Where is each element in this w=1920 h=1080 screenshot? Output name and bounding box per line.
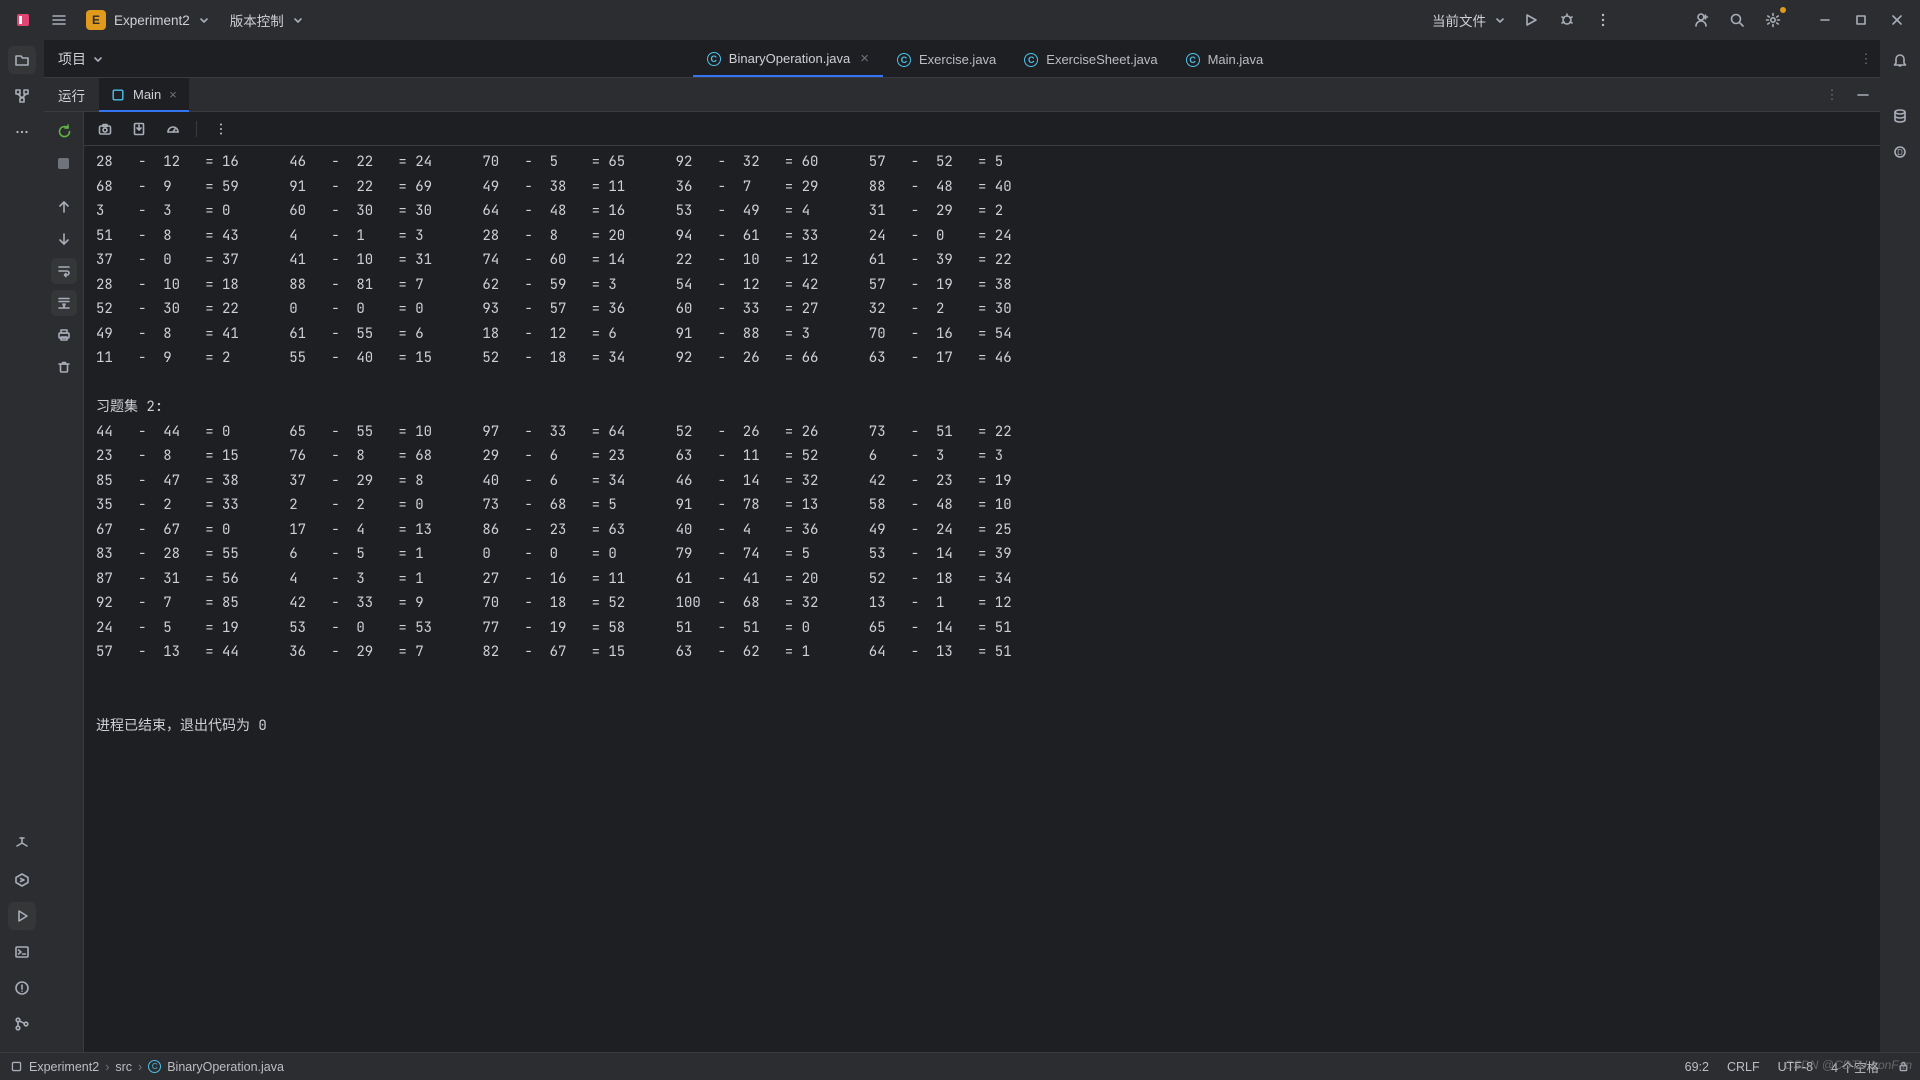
- search-icon[interactable]: [1720, 3, 1754, 37]
- console-output[interactable]: 28 - 12 = 16 46 - 22 = 24 70 - 5 = 65 92…: [84, 146, 1880, 1052]
- clear-button[interactable]: [51, 354, 77, 380]
- minimize-button[interactable]: [1808, 3, 1842, 37]
- run-tool-label: 运行: [44, 85, 99, 105]
- git-tool-button[interactable]: [8, 1010, 36, 1038]
- editor-top-bar: 项目 CBinaryOperation.java×CExercise.javaC…: [44, 40, 1880, 78]
- settings-icon[interactable]: [1756, 3, 1790, 37]
- status-bar: Experiment2 › src › C BinaryOperation.ja…: [0, 1052, 1920, 1080]
- screenshot-button[interactable]: [94, 118, 116, 140]
- toolbar-more-button[interactable]: [210, 118, 232, 140]
- breadcrumb-file: BinaryOperation.java: [167, 1060, 284, 1074]
- more-actions-button[interactable]: [1586, 3, 1620, 37]
- java-class-icon: C: [897, 53, 911, 67]
- java-class-icon: C: [1186, 53, 1200, 67]
- run-config-tab[interactable]: Main ×: [99, 78, 189, 111]
- hamburger-icon[interactable]: [42, 3, 76, 37]
- close-icon[interactable]: ×: [169, 87, 177, 102]
- project-selector[interactable]: E Experiment2: [80, 6, 216, 34]
- tabs-more-button[interactable]: ⋮: [1852, 51, 1880, 67]
- problems-tool-button[interactable]: [8, 974, 36, 1002]
- hide-tool-button[interactable]: [1846, 78, 1880, 112]
- project-badge-icon: E: [86, 10, 106, 30]
- vcs-menu[interactable]: 版本控制: [224, 6, 310, 34]
- vcs-label: 版本控制: [230, 10, 284, 30]
- app-logo: [6, 3, 40, 37]
- title-bar: E Experiment2 版本控制 当前文件: [0, 0, 1920, 40]
- module-icon: [10, 1060, 23, 1073]
- svg-text:D: D: [1897, 148, 1903, 157]
- profiler-button[interactable]: [162, 118, 184, 140]
- editor-tab[interactable]: C BinaryOperation.java ×: [693, 40, 883, 77]
- chevron-down-icon: [92, 53, 104, 65]
- tab-label: BinaryOperation.java: [729, 51, 850, 66]
- line-separator[interactable]: CRLF: [1727, 1060, 1760, 1074]
- database-tool-button[interactable]: [1886, 102, 1914, 130]
- code-with-me-icon[interactable]: [1684, 3, 1718, 37]
- file-encoding[interactable]: UTF-8: [1778, 1060, 1813, 1074]
- run-tool-button[interactable]: [8, 902, 36, 930]
- run-tab-label: Main: [133, 87, 161, 102]
- database-alt-button[interactable]: D: [1886, 138, 1914, 166]
- project-dropdown-label: 项目: [58, 49, 86, 69]
- left-tool-strip: [0, 40, 44, 1052]
- right-tool-strip: D: [1880, 40, 1920, 1052]
- close-window-button[interactable]: [1880, 3, 1914, 37]
- java-class-icon: C: [707, 52, 721, 66]
- up-stack-button[interactable]: [51, 194, 77, 220]
- run-toolbar: [84, 112, 1880, 146]
- project-dropdown[interactable]: 项目: [44, 49, 118, 69]
- current-file-label: 当前文件: [1432, 10, 1486, 30]
- editor-tab[interactable]: C Exercise.java: [883, 40, 1010, 77]
- project-tool-button[interactable]: [8, 46, 36, 74]
- chevron-right-icon: ›: [105, 1060, 109, 1074]
- java-class-icon: C: [1024, 53, 1038, 67]
- run-tool-header: 运行 Main × ⋮: [44, 78, 1880, 112]
- run-tool-body: 28 - 12 = 16 46 - 22 = 24 70 - 5 = 65 92…: [44, 112, 1880, 1052]
- editor-area: 项目 CBinaryOperation.java×CExercise.javaC…: [44, 40, 1880, 1052]
- indent-label[interactable]: 4 个空格: [1831, 1057, 1879, 1076]
- maximize-button[interactable]: [1844, 3, 1878, 37]
- readonly-lock-icon[interactable]: [1897, 1060, 1910, 1073]
- breadcrumb-root: Experiment2: [29, 1060, 99, 1074]
- scroll-to-end-button[interactable]: [51, 290, 77, 316]
- tab-label: Main.java: [1208, 52, 1264, 67]
- editor-tab[interactable]: C Main.java: [1172, 40, 1278, 77]
- java-class-icon: C: [148, 1060, 161, 1073]
- build-tool-button[interactable]: [8, 830, 36, 858]
- console-text: 28 - 12 = 16 46 - 22 = 24 70 - 5 = 65 92…: [96, 150, 1868, 738]
- run-more-button[interactable]: ⋮: [1818, 87, 1846, 103]
- update-badge-icon: [1780, 7, 1786, 13]
- cursor-position[interactable]: 69:2: [1685, 1060, 1709, 1074]
- run-gutter: [44, 112, 84, 1052]
- down-stack-button[interactable]: [51, 226, 77, 252]
- structure-tool-button[interactable]: [8, 82, 36, 110]
- rerun-button[interactable]: [51, 118, 77, 144]
- editor-tab[interactable]: C ExerciseSheet.java: [1010, 40, 1171, 77]
- stop-button[interactable]: [51, 150, 77, 176]
- close-icon[interactable]: ×: [860, 50, 869, 67]
- project-name-label: Experiment2: [114, 13, 190, 28]
- export-button[interactable]: [128, 118, 150, 140]
- run-tab-icon: [111, 88, 125, 102]
- more-tools-button[interactable]: [8, 118, 36, 146]
- debug-button[interactable]: [1550, 3, 1584, 37]
- print-button[interactable]: [51, 322, 77, 348]
- notifications-button[interactable]: [1886, 46, 1914, 74]
- editor-tabs: C BinaryOperation.java × C Exercise.java C Exe…: [693, 40, 1277, 77]
- services-tool-button[interactable]: [8, 866, 36, 894]
- chevron-down-icon: [198, 14, 210, 26]
- chevron-down-icon: [1494, 14, 1506, 26]
- run-button[interactable]: [1514, 3, 1548, 37]
- soft-wrap-button[interactable]: [51, 258, 77, 284]
- breadcrumb[interactable]: Experiment2 › src › C BinaryOperation.ja…: [10, 1060, 284, 1074]
- run-config-selector[interactable]: 当前文件: [1426, 6, 1512, 34]
- tab-label: ExerciseSheet.java: [1046, 52, 1157, 67]
- chevron-right-icon: ›: [138, 1060, 142, 1074]
- chevron-down-icon: [292, 14, 304, 26]
- breadcrumb-src: src: [115, 1060, 132, 1074]
- tab-label: Exercise.java: [919, 52, 996, 67]
- terminal-tool-button[interactable]: [8, 938, 36, 966]
